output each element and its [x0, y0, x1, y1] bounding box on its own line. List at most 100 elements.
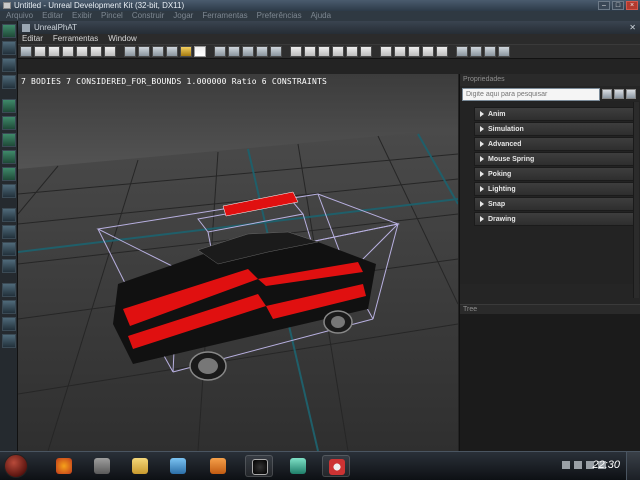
rotate-mode-icon[interactable]: [62, 46, 74, 57]
phat-viewport[interactable]: 7 BODIES 7 CONSIDERED_FOR_BOUNDS 1.00000…: [18, 74, 458, 451]
edit-mode-icon[interactable]: [34, 46, 46, 57]
menu-arquivo[interactable]: Arquivo: [6, 11, 33, 21]
terrain-mode-icon[interactable]: [2, 58, 16, 72]
chrome-icon[interactable]: [322, 455, 350, 477]
duplicate-prim-icon[interactable]: [346, 46, 358, 57]
udk-icon[interactable]: [245, 455, 273, 477]
brush-cylinder-icon[interactable]: [2, 133, 16, 147]
menu-editar[interactable]: Editar: [42, 11, 63, 21]
category-drawing[interactable]: Drawing: [474, 212, 639, 226]
add-volume-icon[interactable]: [2, 283, 16, 297]
menu-preferencias[interactable]: Preferências: [257, 11, 302, 21]
skeleton-icon[interactable]: [214, 46, 226, 57]
editor-close-icon[interactable]: ✕: [629, 23, 636, 32]
camera-mode-icon[interactable]: [2, 24, 16, 38]
delete-prim-icon[interactable]: [360, 46, 372, 57]
texture-align-icon[interactable]: [2, 75, 16, 89]
lock-icon[interactable]: [180, 46, 192, 57]
world-space-icon[interactable]: [90, 46, 102, 57]
collision-render-icon[interactable]: [228, 46, 240, 57]
snap-icon[interactable]: [104, 46, 116, 57]
delete-constraint-icon[interactable]: [436, 46, 448, 57]
category-snap[interactable]: Snap: [474, 197, 639, 211]
copy-properties-icon[interactable]: [124, 46, 136, 57]
skeletal-icon[interactable]: [422, 46, 434, 57]
mesh-render-icon[interactable]: [194, 46, 206, 57]
wind-icon[interactable]: [270, 46, 282, 57]
search-filter-icon[interactable]: [602, 89, 612, 99]
left-tool-strip: [0, 21, 18, 451]
firefox-icon[interactable]: [50, 455, 78, 477]
constraint-render-icon[interactable]: [242, 46, 254, 57]
tray-arrow-icon[interactable]: [562, 461, 570, 469]
minimize-button[interactable]: –: [598, 1, 610, 10]
csg-subtract-icon[interactable]: [2, 225, 16, 239]
menu-construir[interactable]: Construir: [132, 11, 164, 21]
network-icon[interactable]: [164, 455, 192, 477]
brush-stairs-icon[interactable]: [2, 167, 16, 181]
convex-prim-icon[interactable]: [332, 46, 344, 57]
expand-arrow-icon: [480, 156, 484, 162]
tree-panel[interactable]: [460, 314, 640, 451]
weld-icon[interactable]: [166, 46, 178, 57]
properties-search-input[interactable]: [462, 87, 600, 101]
brush-sheet-icon[interactable]: [2, 150, 16, 164]
search-options-icon[interactable]: [626, 89, 636, 99]
show-desktop-button[interactable]: [626, 452, 640, 480]
category-simulation[interactable]: Simulation: [474, 122, 639, 136]
explorer-icon[interactable]: [126, 455, 154, 477]
taskbar-clock[interactable]: 22:30: [592, 459, 620, 471]
sphere-prim-icon[interactable]: [290, 46, 302, 57]
csg-deintersect-icon[interactable]: [2, 259, 16, 273]
sphyl-prim-icon[interactable]: [318, 46, 330, 57]
select-icon[interactable]: [2, 300, 16, 314]
category-lighting[interactable]: Lighting: [474, 182, 639, 196]
close-button[interactable]: ×: [626, 1, 638, 10]
editor-menu-editar[interactable]: Editar: [22, 34, 43, 44]
search-trophy-icon[interactable]: [614, 89, 624, 99]
menu-ajuda[interactable]: Ajuda: [311, 11, 331, 21]
gamemaker-icon[interactable]: [284, 455, 312, 477]
brush-cube-icon[interactable]: [2, 99, 16, 113]
media-player-icon[interactable]: [204, 455, 232, 477]
menu-exibir[interactable]: Exibir: [72, 11, 92, 21]
category-label: Advanced: [488, 140, 522, 148]
csg-intersect-icon[interactable]: [2, 242, 16, 256]
geometry-mode-icon[interactable]: [2, 41, 16, 55]
csg-add-icon[interactable]: [2, 208, 16, 222]
undo-icon[interactable]: [456, 46, 468, 57]
move-mode-icon[interactable]: [48, 46, 60, 57]
hide-selected-icon[interactable]: [2, 334, 16, 348]
redo-icon[interactable]: [470, 46, 482, 57]
category-anim[interactable]: Anim: [474, 107, 639, 121]
menu-jogar[interactable]: Jogar: [173, 11, 193, 21]
asset-browser-icon[interactable]: [498, 46, 510, 57]
viewport-scene: [18, 74, 458, 451]
brush-sphere-icon[interactable]: [2, 184, 16, 198]
category-label: Snap: [488, 200, 506, 208]
menu-pincel[interactable]: Pincel: [101, 11, 123, 21]
scale-mode-icon[interactable]: [76, 46, 88, 57]
start-button[interactable]: [4, 454, 28, 478]
hinge-icon[interactable]: [394, 46, 406, 57]
menu-ferramentas[interactable]: Ferramentas: [202, 11, 247, 21]
category-mouse-spring[interactable]: Mouse Spring: [474, 152, 639, 166]
ball-socket-icon[interactable]: [380, 46, 392, 57]
body-mode-icon[interactable]: [138, 46, 150, 57]
playback-icon[interactable]: [256, 46, 268, 57]
toggle-simulation-icon[interactable]: [20, 46, 32, 57]
prismatic-icon[interactable]: [408, 46, 420, 57]
help-icon[interactable]: [484, 46, 496, 57]
category-advanced[interactable]: Advanced: [474, 137, 639, 151]
category-poking[interactable]: Poking: [474, 167, 639, 181]
editor-menu-ferramentas[interactable]: Ferramentas: [53, 34, 98, 44]
tray-flag-icon[interactable]: [574, 461, 582, 469]
editor-menu-window[interactable]: Window: [108, 34, 136, 44]
folder-icon[interactable]: [88, 455, 116, 477]
constraint-mode-icon[interactable]: [152, 46, 164, 57]
maximize-button[interactable]: □: [612, 1, 624, 10]
box-prim-icon[interactable]: [304, 46, 316, 57]
brush-cone-icon[interactable]: [2, 116, 16, 130]
show-selected-icon[interactable]: [2, 317, 16, 331]
properties-scrollbar[interactable]: [633, 102, 639, 298]
